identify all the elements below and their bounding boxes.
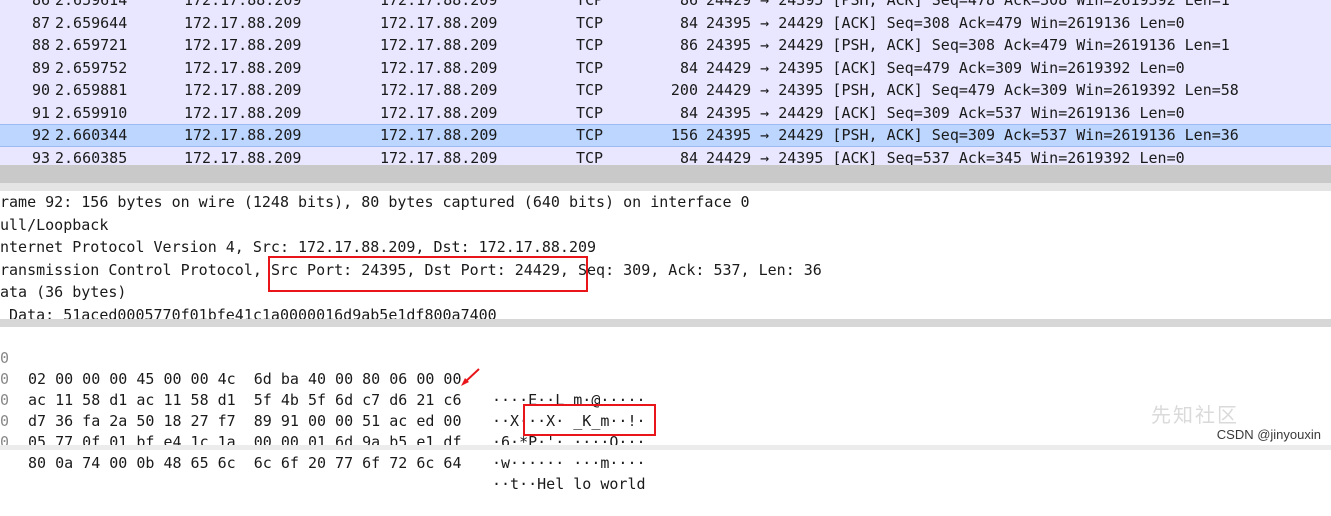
packet-info: 24395 → 24429 [PSH, ACK] Seq=309 Ack=537… bbox=[706, 126, 1239, 144]
packet-no: 86 bbox=[31, 0, 50, 9]
packet-proto: TCP bbox=[576, 13, 604, 32]
packet-src: 172.17.88.209 bbox=[184, 58, 302, 77]
packet-row[interactable]: 89 2.659752 172.17.88.209 172.17.88.209 … bbox=[0, 57, 1331, 80]
packet-dst: 172.17.88.209 bbox=[380, 36, 498, 54]
packet-src: 172.17.88.209 bbox=[184, 148, 302, 166]
credit-label: CSDN @jinyouxin bbox=[1216, 427, 1321, 442]
packet-time: 2.659881 bbox=[55, 81, 128, 99]
status-strip bbox=[0, 445, 1331, 450]
detail-frame[interactable]: rame 92: 156 bytes on wire (1248 bits), … bbox=[0, 191, 750, 214]
packet-time: 2.659614 bbox=[55, 0, 128, 9]
horizontal-scrollbar[interactable] bbox=[0, 165, 1331, 183]
packet-info: 24395 → 24429 [PSH, ACK] Seq=308 Ack=479… bbox=[706, 36, 1230, 54]
packet-time: 2.659910 bbox=[55, 103, 128, 122]
ports-highlight-box bbox=[268, 256, 588, 292]
detail-tcp-suffix: , Seq: 309, Ack: 537, Len: 36 bbox=[559, 260, 822, 279]
packet-list: 86 2.659614 172.17.88.209 172.17.88.209 … bbox=[0, 0, 1331, 165]
packet-proto: TCP bbox=[576, 0, 604, 9]
packet-info: 24395 → 24429 [ACK] Seq=308 Ack=479 Win=… bbox=[706, 13, 1185, 32]
packet-dst: 172.17.88.209 bbox=[380, 81, 498, 99]
packet-details: rame 92: 156 bytes on wire (1248 bits), … bbox=[0, 191, 1331, 319]
packet-row[interactable]: 90 2.659881 172.17.88.209 172.17.88.209 … bbox=[0, 79, 1331, 102]
packet-proto: TCP bbox=[576, 81, 604, 99]
packet-len: 200 bbox=[670, 81, 698, 99]
packet-row-selected[interactable]: 92 2.660344 172.17.88.209 172.17.88.209 … bbox=[0, 124, 1331, 147]
packet-no: 91 bbox=[31, 103, 50, 122]
packet-len: 84 bbox=[679, 58, 698, 77]
pane-splitter[interactable] bbox=[0, 319, 1331, 327]
bytes-hex[interactable]: d7 36 fa 2a 50 18 27 f7 89 91 00 00 51 a… bbox=[28, 411, 461, 432]
detail-loopback[interactable]: ull/Loopback bbox=[0, 214, 108, 237]
bytes-row: 0 ac 11 58 d1 ac 11 58 d1 5f 4b 5f 6d c7… bbox=[0, 348, 646, 430]
bytes-row: 0 05 77 0f 01 bf e4 1c 1a 00 00 01 6d 9a… bbox=[0, 390, 646, 472]
packet-info: 24429 → 24395 [ACK] Seq=537 Ack=345 Win=… bbox=[706, 148, 1185, 166]
packet-time: 2.659644 bbox=[55, 13, 128, 32]
packet-time: 2.659721 bbox=[55, 36, 128, 54]
bytes-ascii[interactable]: ··t··Hel lo world bbox=[492, 474, 646, 495]
packet-info: 24429 → 24395 [ACK] Seq=479 Ack=309 Win=… bbox=[706, 58, 1185, 77]
packet-proto: TCP bbox=[576, 36, 604, 54]
detail-data-value[interactable]: Data: 51aced0005770f01bfe41c1a0000016d9a… bbox=[0, 304, 497, 320]
packet-row[interactable]: 93 2.660385 172.17.88.209 172.17.88.209 … bbox=[0, 147, 1331, 166]
packet-no: 90 bbox=[31, 81, 50, 99]
packet-info: 24429 → 24395 [PSH, ACK] Seq=478 Ack=308… bbox=[706, 0, 1230, 9]
packet-src: 172.17.88.209 bbox=[184, 36, 302, 54]
packet-src: 172.17.88.209 bbox=[184, 81, 302, 99]
packet-len: 84 bbox=[679, 148, 698, 166]
bytes-ascii[interactable]: ·w······ ···m···· bbox=[492, 453, 646, 474]
bytes-row: 0 80 0a 74 00 0b 48 65 6c 6c 6f 20 77 6f… bbox=[0, 411, 646, 493]
packet-len: 86 bbox=[679, 36, 698, 54]
packet-proto: TCP bbox=[576, 148, 604, 166]
packet-bytes: 0 02 00 00 00 45 00 00 4c 6d ba 40 00 80… bbox=[0, 327, 1331, 493]
watermark: 先知社区 bbox=[1151, 403, 1239, 427]
packet-dst: 172.17.88.209 bbox=[380, 148, 498, 166]
packet-row[interactable]: 91 2.659910 172.17.88.209 172.17.88.209 … bbox=[0, 102, 1331, 125]
packet-dst: 172.17.88.209 bbox=[380, 126, 498, 144]
detail-data[interactable]: ata (36 bytes) bbox=[0, 281, 126, 304]
detail-tcp-prefix: ransmission Control Protocol, bbox=[0, 260, 271, 279]
red-arrow-icon bbox=[461, 368, 480, 386]
packet-no: 93 bbox=[31, 148, 50, 166]
packet-len: 86 bbox=[679, 0, 698, 9]
packet-info: 24429 → 24395 [PSH, ACK] Seq=479 Ack=309… bbox=[706, 81, 1239, 99]
packet-no: 88 bbox=[31, 36, 50, 54]
packet-no: 92 bbox=[31, 126, 50, 144]
packet-no: 89 bbox=[31, 58, 50, 77]
packet-time: 2.660344 bbox=[55, 126, 128, 144]
packet-dst: 172.17.88.209 bbox=[380, 58, 498, 77]
bytes-row: 0 02 00 00 00 45 00 00 4c 6d ba 40 00 80… bbox=[0, 327, 646, 409]
packet-row[interactable]: 87 2.659644 172.17.88.209 172.17.88.209 … bbox=[0, 12, 1331, 35]
packet-dst: 172.17.88.209 bbox=[380, 13, 498, 32]
packet-dst: 172.17.88.209 bbox=[380, 103, 498, 122]
packet-src: 172.17.88.209 bbox=[184, 103, 302, 122]
packet-proto: TCP bbox=[576, 103, 604, 122]
packet-no: 87 bbox=[31, 13, 50, 32]
packet-src: 172.17.88.209 bbox=[184, 126, 302, 144]
packet-len: 156 bbox=[670, 126, 698, 144]
packet-src: 172.17.88.209 bbox=[184, 0, 302, 9]
packet-len: 84 bbox=[679, 13, 698, 32]
hello-world-highlight-box bbox=[523, 404, 656, 436]
bytes-hex[interactable]: ac 11 58 d1 ac 11 58 d1 5f 4b 5f 6d c7 d… bbox=[28, 390, 461, 411]
pane-splitter[interactable] bbox=[0, 183, 1331, 191]
packet-dst: 172.17.88.209 bbox=[380, 0, 498, 9]
packet-proto: TCP bbox=[576, 58, 604, 77]
bytes-row: 0 d7 36 fa 2a 50 18 27 f7 89 91 00 00 51… bbox=[0, 369, 646, 451]
packet-info: 24395 → 24429 [ACK] Seq=309 Ack=537 Win=… bbox=[706, 103, 1185, 122]
bytes-hex[interactable]: 80 0a 74 00 0b 48 65 6c 6c 6f 20 77 6f 7… bbox=[28, 453, 461, 474]
packet-len: 84 bbox=[679, 103, 698, 122]
bytes-hex[interactable]: 02 00 00 00 45 00 00 4c 6d ba 40 00 80 0… bbox=[28, 369, 461, 390]
packet-row[interactable]: 88 2.659721 172.17.88.209 172.17.88.209 … bbox=[0, 34, 1331, 57]
packet-proto: TCP bbox=[576, 126, 604, 144]
packet-time: 2.660385 bbox=[55, 148, 128, 166]
packet-time: 2.659752 bbox=[55, 58, 128, 77]
packet-src: 172.17.88.209 bbox=[184, 13, 302, 32]
packet-row[interactable]: 86 2.659614 172.17.88.209 172.17.88.209 … bbox=[0, 0, 1331, 12]
